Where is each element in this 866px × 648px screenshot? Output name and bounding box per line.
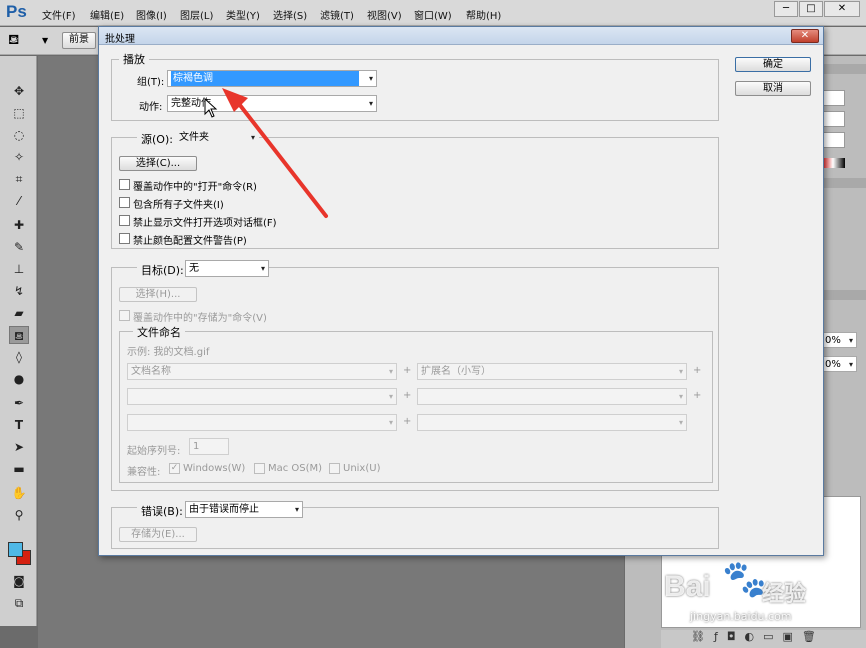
mouse-cursor-icon [204, 98, 218, 118]
annotation-arrow [222, 88, 328, 218]
arrow-shaft [234, 98, 328, 218]
watermark-brand-cn: 经验 [762, 582, 807, 607]
watermark-brand: Bai [664, 570, 711, 603]
watermark-url: jingyan.baidu.com [690, 610, 792, 623]
paw-icon: 🐾 [722, 559, 767, 600]
foreground-color-swatch[interactable] [8, 542, 23, 557]
